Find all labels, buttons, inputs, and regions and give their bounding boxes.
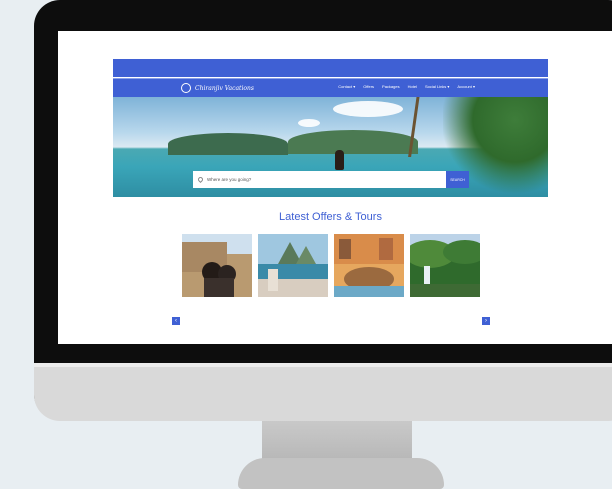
brand-name: Chiranjiv Vacations bbox=[195, 84, 254, 92]
nav-item-hotel[interactable]: Hotel bbox=[408, 84, 417, 89]
island-shape bbox=[168, 133, 288, 155]
offer-card-terrace[interactable] bbox=[258, 234, 328, 297]
carousel-next-button[interactable]: › bbox=[482, 317, 490, 325]
nav-menu: Contact ▾ Offers Packages Hotel Social L… bbox=[338, 84, 475, 89]
nav-item-account[interactable]: Account ▾ bbox=[457, 84, 475, 89]
monitor-screen: Chiranjiv Vacations Contact ▾ Offers Pac… bbox=[58, 31, 612, 344]
monitor-chin-edge bbox=[34, 363, 612, 367]
logo-icon bbox=[181, 83, 191, 93]
cloud-shape bbox=[298, 119, 320, 127]
search-input[interactable]: Where are you going? bbox=[207, 177, 251, 182]
monitor-stand-neck bbox=[262, 421, 412, 461]
cloud-shape bbox=[333, 101, 403, 117]
nav-item-offers[interactable]: Offers bbox=[363, 84, 374, 89]
location-pin-icon bbox=[196, 175, 205, 184]
nav-item-packages[interactable]: Packages bbox=[382, 84, 400, 89]
carousel-prev-button[interactable]: ‹ bbox=[172, 317, 180, 325]
fountain-photo bbox=[334, 234, 404, 297]
search-button[interactable]: SEARCH bbox=[446, 171, 469, 188]
section-title: Latest Offers & Tours bbox=[279, 211, 382, 223]
offer-card-rome[interactable] bbox=[182, 234, 252, 297]
brand-logo[interactable]: Chiranjiv Vacations bbox=[181, 82, 254, 94]
terrace-photo bbox=[258, 234, 328, 297]
monitor-stand-base bbox=[238, 458, 444, 489]
website: Chiranjiv Vacations Contact ▾ Offers Pac… bbox=[113, 59, 548, 325]
offer-card-fountain[interactable] bbox=[334, 234, 404, 297]
waterfall-photo bbox=[410, 234, 480, 297]
hero-banner: Where are you going? SEARCH bbox=[113, 97, 548, 197]
monitor-chin bbox=[34, 363, 612, 421]
search-bar[interactable]: Where are you going? bbox=[193, 171, 446, 188]
island-shape bbox=[288, 130, 418, 154]
person-silhouette bbox=[335, 150, 344, 170]
nav-item-social-links[interactable]: Social Links ▾ bbox=[425, 84, 449, 89]
nav-item-contact[interactable]: Contact ▾ bbox=[338, 84, 355, 89]
top-bar bbox=[113, 59, 548, 77]
navbar: Chiranjiv Vacations Contact ▾ Offers Pac… bbox=[113, 78, 548, 97]
offers-carousel bbox=[182, 234, 482, 300]
rome-photo bbox=[182, 234, 252, 297]
offer-card-waterfall[interactable] bbox=[410, 234, 480, 297]
